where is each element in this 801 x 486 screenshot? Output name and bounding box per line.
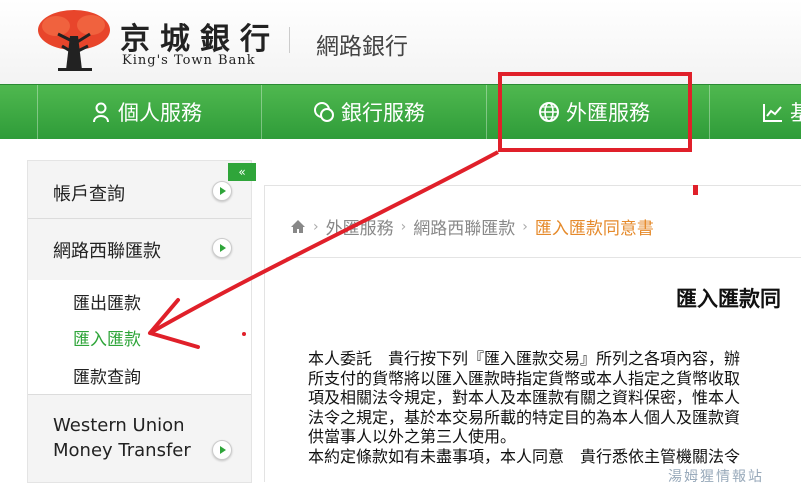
submenu-item-outward-remittance[interactable]: 匯出匯款 [73,289,141,314]
watermark: 湯姆猩情報站 [668,469,764,485]
nav-divider [37,85,38,139]
chevron-right-icon: › [313,218,319,235]
sidebar-submenu: 匯出匯款 匯入匯款 匯款查詢 [28,280,251,394]
chevron-right-icon: › [400,218,407,235]
main-nav: 個人服務 銀行服務 外匯服務 基 [0,84,801,139]
nav-label: 外匯服務 [566,101,650,125]
sidebar-item-label: Western Union Money Transfer [53,413,191,463]
submenu-item-remittance-inquiry[interactable]: 匯款查詢 [73,363,141,388]
site-header: 京城銀行 King's Town Bank 網路銀行 [0,0,801,85]
nav-item-banking[interactable]: 銀行服務 [313,85,425,139]
breadcrumb-current: 匯入匯款同意書 [534,219,654,239]
content-divider [286,257,801,258]
document-line: 本人委託 貴行按下列『匯入匯款交易』所列之各項內容，辦 [308,349,741,368]
breadcrumb-item[interactable]: 外匯服務 [326,214,394,239]
nav-divider [709,85,710,139]
nav-item-fund[interactable]: 基 [762,85,801,139]
nav-label: 銀行服務 [341,101,425,125]
section-title: 網路銀行 [316,34,408,60]
bank-logo-icon[interactable] [36,8,112,72]
sidebar: 帳戶查詢 網路西聯匯款 匯出匯款 匯入匯款 匯款查詢 Western Union… [27,160,252,483]
sidebar-item-western-union-money-transfer[interactable]: Western Union Money Transfer [28,395,251,482]
document-line: 法令之規定，基於本交易所載的特定目的為本人個人及匯款資 [308,407,741,427]
nav-divider [486,85,487,139]
chevron-right-icon: › [522,218,528,235]
sidebar-item-western-union-remit[interactable]: 網路西聯匯款 [28,219,251,279]
document-line: 本約定條款如有未盡事項，本人同意 貴行悉依主管機關法令 [308,446,741,466]
brand-name-cn: 京城銀行 [120,22,280,57]
wu-line-1: Western Union [53,415,185,436]
globe-icon [539,102,559,122]
document-line: 項及相關法令規定，對本人及本匯款有關之資料保密，惟本人 [308,388,741,407]
nav-item-forex[interactable]: 外匯服務 [538,85,650,139]
wu-line-2: Money Transfer [53,440,191,461]
person-icon [93,102,109,123]
breadcrumb: › 外匯服務 › 網路西聯匯款 › 匯入匯款同意書 [290,214,654,239]
nav-item-personal[interactable]: 個人服務 [90,85,202,139]
chevron-right-icon[interactable] [212,238,232,258]
nav-label: 個人服務 [118,101,202,125]
nav-divider [261,85,262,139]
sidebar-item-label: 帳戶查詢 [53,184,125,205]
submenu-item-inward-remittance[interactable]: 匯入匯款 [73,325,141,350]
document-body: 本人委託 貴行按下列『匯入匯款交易』所列之各項內容，辦 所支付的貨幣將以匯入匯款… [308,349,801,466]
sidebar-item-account-inquiry[interactable]: 帳戶查詢 [28,161,251,218]
brand-name-en: King's Town Bank [122,53,256,68]
document-title: 匯入匯款同 [676,287,781,311]
document-line: 所支付的貨幣將以匯入匯款時指定貨幣或本人指定之貨幣收取 [308,368,741,388]
sidebar-item-label: 網路西聯匯款 [53,241,161,262]
document-line: 供當事人以外之第三人使用。 [308,427,517,446]
chart-icon [763,104,782,122]
header-divider [289,27,290,53]
breadcrumb-item[interactable]: 網路西聯匯款 [413,214,515,239]
chevron-right-icon[interactable] [212,181,232,201]
nav-label: 基 [790,101,801,125]
chevron-right-icon[interactable] [212,440,232,460]
coins-icon [314,102,334,122]
home-icon[interactable] [290,219,306,234]
sidebar-collapse-button[interactable]: « [228,163,256,181]
